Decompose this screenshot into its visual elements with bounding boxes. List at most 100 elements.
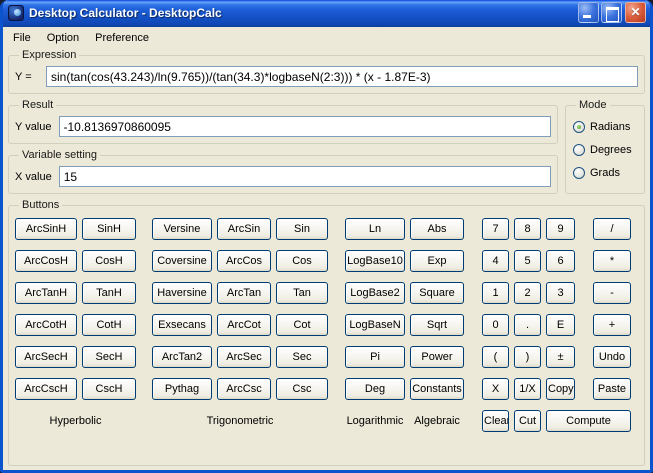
calc-button-arcsinh[interactable]: ArcSinH [15, 218, 77, 240]
menu-preference[interactable]: Preference [87, 29, 157, 47]
calc-button-logbasen[interactable]: LogBaseN [345, 314, 405, 336]
calc-button-5[interactable]: 5 [514, 250, 541, 272]
calc-button-add[interactable]: + [593, 314, 631, 336]
calc-button-arccot[interactable]: ArcCot [217, 314, 271, 336]
calc-button-csch[interactable]: CscH [82, 378, 136, 400]
calc-button-copy[interactable]: Copy [546, 378, 575, 400]
clear-button[interactable]: Clear [482, 410, 509, 432]
radio-label: Grads [590, 167, 620, 179]
calc-button-0[interactable]: 0 [482, 314, 509, 336]
calc-button-7[interactable]: 7 [482, 218, 509, 240]
calc-button-arcsech[interactable]: ArcSecH [15, 346, 77, 368]
calc-button-arccsc[interactable]: ArcCsc [217, 378, 271, 400]
radio-grads[interactable]: Grads [573, 167, 638, 179]
expression-label: Y = [15, 70, 32, 83]
radio-radians[interactable]: Radians [573, 121, 638, 133]
calc-button-decimal[interactable]: . [514, 314, 541, 336]
calc-button-constants[interactable]: Constants [410, 378, 464, 400]
calc-button-sqrt[interactable]: Sqrt [410, 314, 464, 336]
calc-button-1[interactable]: 1 [482, 282, 509, 304]
mode-group: Mode Radians Degrees Grads [565, 99, 645, 194]
calc-button-8[interactable]: 8 [514, 218, 541, 240]
calc-button-arccosh[interactable]: ArcCosH [15, 250, 77, 272]
radio-label: Degrees [590, 144, 632, 156]
calc-button-plus-minus[interactable]: ± [546, 346, 575, 368]
expression-input[interactable] [46, 66, 638, 87]
calc-button-cos[interactable]: Cos [276, 250, 328, 272]
calc-button-9[interactable]: 9 [546, 218, 575, 240]
calc-button-coversine[interactable]: Coversine [152, 250, 212, 272]
calc-button-arccoth[interactable]: ArcCotH [15, 314, 77, 336]
expression-group: Expression Y = [8, 49, 645, 94]
result-group-label: Result [22, 99, 54, 111]
window-title: Desktop Calculator - DesktopCalc [29, 5, 222, 20]
calc-button-reciprocal[interactable]: 1/X [514, 378, 541, 400]
calc-button-abs[interactable]: Abs [410, 218, 464, 240]
calc-button-cosh[interactable]: CosH [82, 250, 136, 272]
variable-input[interactable] [58, 166, 551, 187]
calc-button-arctan[interactable]: ArcTan [217, 282, 271, 304]
calc-button-deg[interactable]: Deg [345, 378, 405, 400]
calc-button-logbase2[interactable]: LogBase2 [345, 282, 405, 304]
calc-button-tanh[interactable]: TanH [82, 282, 136, 304]
calc-button-versine[interactable]: Versine [152, 218, 212, 240]
calc-button-arctanh[interactable]: ArcTanH [15, 282, 77, 304]
calc-button-close-paren[interactable]: ) [514, 346, 541, 368]
calc-button-csc[interactable]: Csc [276, 378, 328, 400]
calc-button-haversine[interactable]: Haversine [152, 282, 212, 304]
calc-button-exp[interactable]: Exp [410, 250, 464, 272]
calc-button-subtract[interactable]: - [593, 282, 631, 304]
calc-button-square[interactable]: Square [410, 282, 464, 304]
menu-option[interactable]: Option [39, 29, 87, 47]
calc-button-coth[interactable]: CotH [82, 314, 136, 336]
calc-button-arcsin[interactable]: ArcSin [217, 218, 271, 240]
close-icon: ✕ [630, 5, 641, 19]
cut-button[interactable]: Cut [514, 410, 541, 432]
titlebar[interactable]: Desktop Calculator - DesktopCalc ✕ [3, 0, 650, 27]
client-area: Expression Y = Result Y value Variable s… [3, 48, 650, 470]
calc-button-arccos[interactable]: ArcCos [217, 250, 271, 272]
compute-button[interactable]: Compute [546, 410, 631, 432]
category-label-trigonometric: Trigonometric [206, 415, 274, 427]
calc-button-exsecans[interactable]: Exsecans [152, 314, 212, 336]
app-icon [8, 4, 24, 21]
calc-button-sinh[interactable]: SinH [82, 218, 136, 240]
minimize-button[interactable] [578, 2, 599, 23]
calc-button-arccsch[interactable]: ArcCscH [15, 378, 77, 400]
calc-button-4[interactable]: 4 [482, 250, 509, 272]
button-grid: Hyperbolic Trigonometric Logarithmic Alg… [15, 218, 638, 432]
calc-button-undo[interactable]: Undo [593, 346, 631, 368]
radio-degrees[interactable]: Degrees [573, 144, 638, 156]
calc-button-arctan2[interactable]: ArcTan2 [152, 346, 212, 368]
calc-button-multiply[interactable]: * [593, 250, 631, 272]
calc-button-pythag[interactable]: Pythag [152, 378, 212, 400]
calc-button-divide[interactable]: / [593, 218, 631, 240]
result-group: Result Y value [8, 99, 558, 144]
calc-button-open-paren[interactable]: ( [482, 346, 509, 368]
calc-button-arcsec[interactable]: ArcSec [217, 346, 271, 368]
calc-button-paste[interactable]: Paste [593, 378, 631, 400]
calc-button-3[interactable]: 3 [546, 282, 575, 304]
app-window: Desktop Calculator - DesktopCalc ✕ File … [0, 0, 653, 473]
calc-button-6[interactable]: 6 [546, 250, 575, 272]
radio-label: Radians [590, 121, 631, 133]
menu-file[interactable]: File [5, 29, 39, 47]
maximize-button[interactable] [601, 2, 622, 23]
calc-button-power[interactable]: Power [410, 346, 464, 368]
result-input[interactable] [58, 116, 551, 137]
result-label: Y value [15, 120, 52, 133]
menu-bar: File Option Preference [3, 27, 650, 48]
calc-button-sec[interactable]: Sec [276, 346, 328, 368]
calc-button-e[interactable]: E [546, 314, 575, 336]
calc-button-tan[interactable]: Tan [276, 282, 328, 304]
calc-button-cot[interactable]: Cot [276, 314, 328, 336]
radio-icon [573, 167, 585, 179]
calc-button-2[interactable]: 2 [514, 282, 541, 304]
calc-button-sin[interactable]: Sin [276, 218, 328, 240]
calc-button-logbase10[interactable]: LogBase10 [345, 250, 405, 272]
calc-button-ln[interactable]: Ln [345, 218, 405, 240]
calc-button-sech[interactable]: SecH [82, 346, 136, 368]
calc-button-x[interactable]: X [482, 378, 509, 400]
close-button[interactable]: ✕ [625, 2, 646, 23]
calc-button-pi[interactable]: Pi [345, 346, 405, 368]
